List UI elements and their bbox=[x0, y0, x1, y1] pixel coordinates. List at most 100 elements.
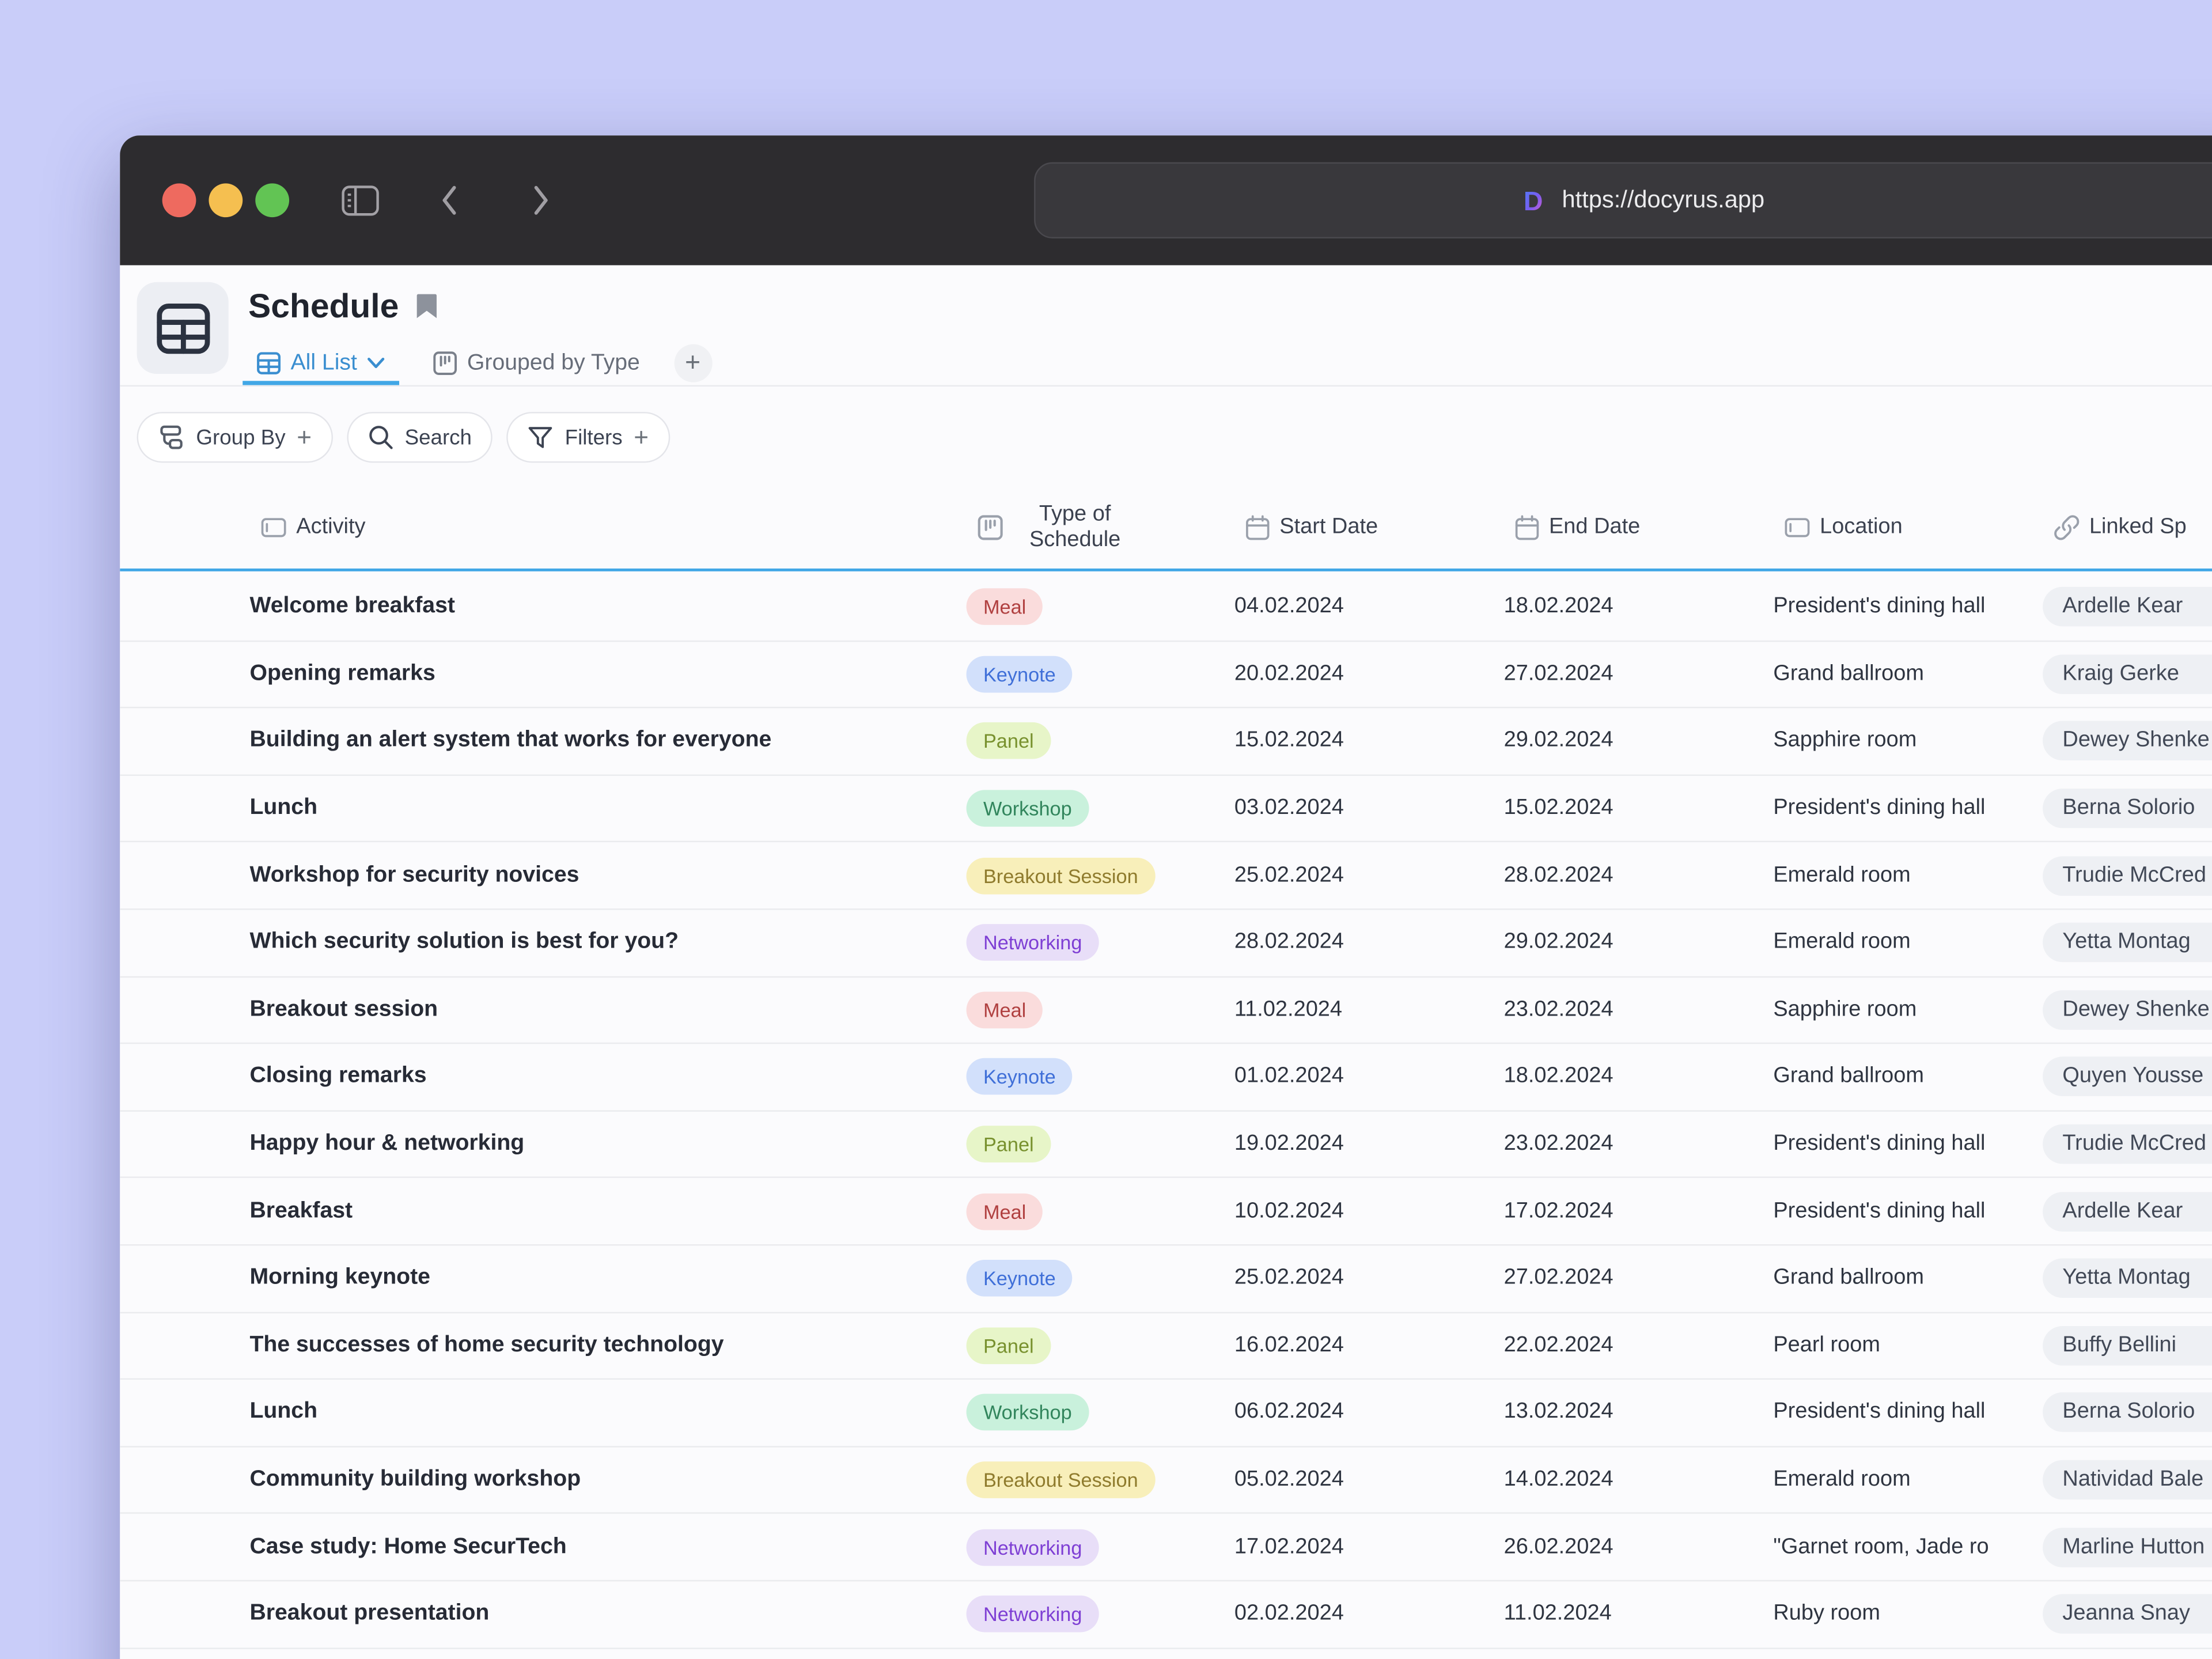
kanban-icon bbox=[978, 515, 1003, 540]
column-header-activity[interactable]: Activity bbox=[261, 515, 366, 540]
cell-start-date: 15.02.2024 bbox=[1234, 728, 1344, 753]
cell-location: Grand ballroom bbox=[1773, 661, 1924, 685]
cell-linked-speaker[interactable]: Ardelle Kear bbox=[2043, 1191, 2212, 1232]
views-tab-bar: All List Grouped by Type + bbox=[120, 342, 2212, 387]
page-title: Schedule bbox=[248, 287, 399, 326]
url-text: https://docyrus.app bbox=[1562, 186, 1765, 213]
table-row[interactable]: Breakout presentation Networking 02.02.2… bbox=[120, 1581, 2212, 1649]
list-grid-icon bbox=[257, 352, 281, 374]
cell-start-date: 11.02.2024 bbox=[1234, 997, 1343, 1021]
cell-linked-speaker[interactable]: Kraig Gerke bbox=[2043, 654, 2212, 694]
cell-activity: Breakout session bbox=[249, 997, 438, 1021]
cell-location: Sapphire room bbox=[1773, 997, 1917, 1021]
cell-linked-speaker[interactable]: Trudie McCred bbox=[2043, 855, 2212, 896]
sidebar-toggle-icon[interactable] bbox=[342, 184, 380, 217]
table-header: Activity Type of Schedule Start Date End… bbox=[120, 487, 2212, 571]
bookmark-icon[interactable] bbox=[416, 293, 437, 320]
cell-start-date: 10.02.2024 bbox=[1234, 1198, 1344, 1223]
table-row[interactable]: Afternoon keynote Breakout Session 27.02… bbox=[120, 1649, 2212, 1659]
tab-all-list[interactable]: All List bbox=[243, 342, 399, 385]
column-header-end-date[interactable]: End Date bbox=[1515, 515, 1640, 540]
cell-end-date: 29.02.2024 bbox=[1503, 728, 1613, 753]
cell-end-date: 26.02.2024 bbox=[1503, 1534, 1613, 1559]
cell-end-date: 18.02.2024 bbox=[1503, 594, 1613, 619]
cell-location: President's dining hall bbox=[1773, 1131, 1986, 1156]
calendar-icon bbox=[1515, 515, 1539, 540]
expand-icon[interactable] bbox=[452, 294, 477, 320]
cell-linked-speaker[interactable]: Dewey Shenke bbox=[2043, 721, 2212, 762]
cell-end-date: 15.02.2024 bbox=[1503, 796, 1613, 820]
type-badge: Breakout Session bbox=[966, 1461, 1156, 1498]
address-bar[interactable]: D https://docyrus.app bbox=[1034, 162, 2212, 238]
cell-activity: Closing remarks bbox=[249, 1064, 427, 1089]
cell-linked-speaker[interactable]: Jeanna Snay bbox=[2043, 1594, 2212, 1634]
browser-titlebar: D https://docyrus.app bbox=[120, 135, 2212, 266]
cell-end-date: 11.02.2024 bbox=[1503, 1601, 1612, 1626]
plus-icon: + bbox=[634, 422, 649, 451]
search-icon bbox=[369, 426, 393, 449]
cell-linked-speaker[interactable]: Buffy Bellini bbox=[2043, 1325, 2212, 1366]
table-row[interactable]: Lunch Workshop 03.02.2024 15.02.2024 Pre… bbox=[120, 775, 2212, 843]
back-icon[interactable] bbox=[436, 183, 464, 217]
type-badge: Meal bbox=[966, 1192, 1043, 1230]
table-row[interactable]: Happy hour & networking Panel 19.02.2024… bbox=[120, 1111, 2212, 1179]
site-logo-icon: D bbox=[1520, 185, 1549, 215]
table-body: Welcome breakfast Meal 04.02.2024 18.02.… bbox=[120, 574, 2212, 1659]
maximize-window-button[interactable] bbox=[255, 183, 290, 218]
cell-location: Grand ballroom bbox=[1773, 1266, 1924, 1290]
window-controls bbox=[162, 183, 290, 218]
cell-activity: Happy hour & networking bbox=[249, 1131, 525, 1156]
table-row[interactable]: Building an alert system that works for … bbox=[120, 709, 2212, 776]
table-row[interactable]: Breakout session Meal 11.02.2024 23.02.2… bbox=[120, 977, 2212, 1044]
table-row[interactable]: Morning keynote Keynote 25.02.2024 27.02… bbox=[120, 1245, 2212, 1313]
cell-activity: Lunch bbox=[249, 1400, 318, 1425]
svg-text:D: D bbox=[1524, 185, 1543, 215]
cell-start-date: 16.02.2024 bbox=[1234, 1332, 1344, 1357]
cell-activity: Welcome breakfast bbox=[249, 594, 455, 619]
cell-linked-speaker[interactable]: Yetta Montag bbox=[2043, 923, 2212, 963]
table-row[interactable]: Community building workshop Breakout Ses… bbox=[120, 1447, 2212, 1514]
cell-linked-speaker[interactable]: Quyen Yousse bbox=[2043, 1057, 2212, 1097]
cell-linked-speaker[interactable]: Yetta Montag bbox=[2043, 1259, 2212, 1298]
column-header-linked-speaker[interactable]: Linked Sp bbox=[2054, 515, 2187, 540]
table-row[interactable]: Opening remarks Keynote 20.02.2024 27.02… bbox=[120, 641, 2212, 709]
cell-start-date: 25.02.2024 bbox=[1234, 862, 1344, 887]
table-row[interactable]: Workshop for security novices Breakout S… bbox=[120, 843, 2212, 910]
table-row[interactable]: The successes of home security technolog… bbox=[120, 1313, 2212, 1380]
cell-activity: Lunch bbox=[249, 796, 318, 820]
table-row[interactable]: Welcome breakfast Meal 04.02.2024 18.02.… bbox=[120, 574, 2212, 642]
column-header-start-date[interactable]: Start Date bbox=[1245, 515, 1378, 540]
cell-start-date: 03.02.2024 bbox=[1234, 796, 1344, 820]
tab-grouped-by-type[interactable]: Grouped by Type bbox=[419, 342, 654, 385]
table-row[interactable]: Which security solution is best for you?… bbox=[120, 910, 2212, 978]
group-by-button[interactable]: Group By + bbox=[137, 412, 333, 463]
table-row[interactable]: Case study: Home SecurTech Networking 17… bbox=[120, 1514, 2212, 1582]
type-badge: Networking bbox=[966, 924, 1099, 961]
cell-linked-speaker[interactable]: Ardelle Kear bbox=[2043, 587, 2212, 627]
forward-icon[interactable] bbox=[526, 183, 554, 217]
add-view-button[interactable]: + bbox=[673, 344, 712, 382]
table-row[interactable]: Closing remarks Keynote 01.02.2024 18.02… bbox=[120, 1044, 2212, 1112]
type-badge: Networking bbox=[966, 1596, 1099, 1633]
filters-button[interactable]: Filters + bbox=[507, 412, 670, 463]
cell-activity: The successes of home security technolog… bbox=[249, 1332, 724, 1357]
cell-end-date: 27.02.2024 bbox=[1503, 661, 1613, 685]
chevron-down-icon bbox=[368, 357, 385, 369]
cell-linked-speaker[interactable]: Natividad Bale bbox=[2043, 1460, 2212, 1500]
cell-linked-speaker[interactable]: Trudie McCred bbox=[2043, 1124, 2212, 1164]
close-window-button[interactable] bbox=[162, 183, 196, 218]
cell-linked-speaker[interactable]: Marline Hutton bbox=[2043, 1527, 2212, 1567]
minimize-window-button[interactable] bbox=[209, 183, 243, 218]
cell-linked-speaker[interactable]: Berna Solorio bbox=[2043, 1393, 2212, 1433]
column-header-location[interactable]: Location bbox=[1785, 515, 1903, 540]
column-header-type-of-schedule[interactable]: Type of Schedule bbox=[978, 502, 1137, 553]
cell-start-date: 02.02.2024 bbox=[1234, 1601, 1344, 1626]
table-row[interactable]: Lunch Workshop 06.02.2024 13.02.2024 Pre… bbox=[120, 1380, 2212, 1447]
cell-end-date: 27.02.2024 bbox=[1503, 1266, 1613, 1290]
cell-activity: Building an alert system that works for … bbox=[249, 728, 772, 753]
table-row[interactable]: Breakfast Meal 10.02.2024 17.02.2024 Pre… bbox=[120, 1179, 2212, 1246]
cell-linked-speaker[interactable]: Berna Solorio bbox=[2043, 789, 2212, 828]
cell-activity: Community building workshop bbox=[249, 1467, 581, 1491]
search-button[interactable]: Search bbox=[347, 412, 493, 463]
cell-linked-speaker[interactable]: Dewey Shenke bbox=[2043, 990, 2212, 1030]
